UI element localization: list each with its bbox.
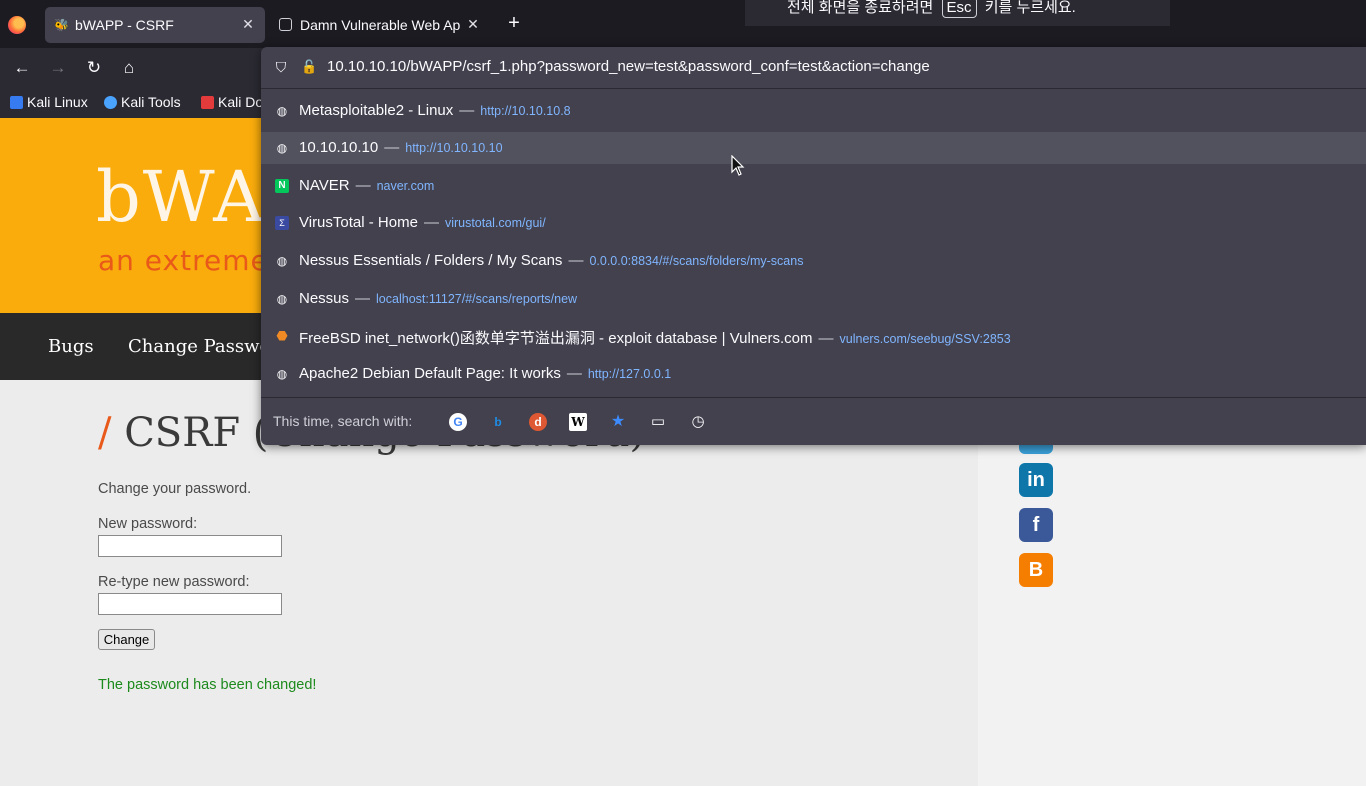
separator-dash: — bbox=[818, 330, 834, 347]
suggestion-item[interactable]: ⬣ FreeBSD inet_network()函数单字节溢出漏洞 - expl… bbox=[261, 320, 1366, 352]
suggestion-title: FreeBSD inet_network()函数单字节溢出漏洞 - exploi… bbox=[299, 330, 813, 347]
search-with-label: This time, search with: bbox=[273, 413, 413, 429]
suggestion-url: localhost:11127/#/scans/reports/new bbox=[376, 292, 578, 306]
url-dropdown: ⛉ 🔓 10.10.10.10/bWAPP/csrf_1.php?passwor… bbox=[261, 47, 1366, 445]
suggestion-title: NAVER bbox=[299, 177, 350, 194]
search-engine-footer: This time, search with: G b d W ★ ▭ ◷ bbox=[261, 397, 1366, 445]
forward-arrow-icon[interactable]: → bbox=[46, 57, 70, 79]
suggestion-url: virustotal.com/gui/ bbox=[444, 216, 546, 230]
suggestion-title: Nessus bbox=[299, 290, 350, 307]
suggestion-url: http://10.10.10.8 bbox=[480, 104, 571, 118]
separator-dash: — bbox=[566, 365, 582, 382]
close-tab-icon[interactable]: ✕ bbox=[464, 15, 482, 33]
suggestion-item[interactable]: ◍ Nessus — localhost:11127/#/scans/reports… bbox=[261, 283, 1366, 315]
vulners-icon: ⬣ bbox=[276, 328, 288, 343]
home-icon[interactable]: ⌂ bbox=[117, 57, 141, 79]
suggestion-url: http://127.0.0.1 bbox=[587, 367, 672, 381]
suggestion-url: vulners.com/seebug/SSV:2853 bbox=[839, 332, 1011, 346]
google-icon[interactable]: G bbox=[449, 413, 467, 431]
duckduckgo-icon[interactable]: d bbox=[529, 413, 547, 431]
bing-icon[interactable]: b bbox=[489, 413, 507, 431]
globe-icon: ◍ bbox=[276, 292, 288, 306]
reload-icon[interactable]: ↻ bbox=[82, 57, 106, 79]
globe-icon: ◍ bbox=[276, 141, 288, 155]
bookmark-kali-docs[interactable]: Kali Do bbox=[201, 94, 263, 110]
retype-password-label: Re-type new password: bbox=[98, 574, 250, 590]
globe-icon: ◍ bbox=[276, 254, 288, 268]
separator-dash: — bbox=[568, 252, 584, 269]
esc-key: Esc bbox=[941, 0, 977, 18]
retype-password-input[interactable] bbox=[98, 593, 282, 615]
intro-text: Change your password. bbox=[98, 481, 252, 497]
bookmark-kali-tools[interactable]: Kali Tools bbox=[104, 94, 181, 110]
bookmarks-icon[interactable]: ★ bbox=[609, 413, 627, 431]
suggestion-item[interactable]: ◍ Apache2 Debian Default Page: It works —… bbox=[261, 358, 1366, 390]
tabs-icon[interactable]: ▭ bbox=[649, 413, 667, 431]
firefox-menu-icon[interactable] bbox=[8, 16, 26, 34]
linkedin-icon[interactable]: in bbox=[1019, 463, 1053, 497]
bookmark-label: Kali Linux bbox=[27, 94, 88, 110]
suggestion-title: Metasploitable2 - Linux bbox=[299, 102, 454, 119]
blogger-icon[interactable]: B bbox=[1019, 553, 1053, 587]
new-tab-plus-icon[interactable]: + bbox=[503, 12, 525, 34]
virustotal-icon: Σ bbox=[275, 216, 289, 230]
close-tab-icon[interactable]: ✕ bbox=[239, 15, 257, 33]
bookmark-kali-linux[interactable]: Kali Linux bbox=[10, 94, 88, 110]
back-arrow-icon[interactable]: ← bbox=[10, 57, 34, 79]
kali-tools-icon bbox=[104, 96, 117, 109]
suggestion-item[interactable]: Σ VirusTotal - Home — virustotal.com/gui/ bbox=[261, 207, 1366, 239]
success-message: The password has been changed! bbox=[98, 677, 317, 693]
bookmark-label: Kali Tools bbox=[121, 94, 181, 110]
tab-dvwa[interactable]: Damn Vulnerable Web Ap ✕ bbox=[270, 7, 490, 43]
tracking-protection-shield-icon[interactable]: ⛉ bbox=[273, 59, 289, 75]
url-input[interactable]: 10.10.10.10/bWAPP/csrf_1.php?password_ne… bbox=[327, 58, 930, 75]
fullscreen-notice-end: 키를 누르세요. bbox=[984, 0, 1076, 16]
separator-dash: — bbox=[423, 214, 439, 231]
suggestion-url: http://10.10.10.10 bbox=[405, 141, 503, 155]
separator-dash: — bbox=[459, 102, 475, 119]
suggestion-title: Nessus Essentials / Folders / My Scans bbox=[299, 252, 563, 269]
globe-icon: ◍ bbox=[276, 367, 288, 381]
suggestion-item[interactable]: N NAVER — naver.com bbox=[261, 170, 1366, 202]
suggestion-title: VirusTotal - Home bbox=[299, 214, 418, 231]
fullscreen-notice: 전체 화면을 종료하려면 Esc 키를 누르세요. bbox=[745, 0, 1170, 26]
tab-bar: 🐝 bWAPP - CSRF ✕ Damn Vulnerable Web Ap … bbox=[0, 0, 1366, 48]
suggestion-url: 0.0.0.0:8834/#/scans/folders/my-scans bbox=[589, 254, 804, 268]
bee-favicon-icon: 🐝 bbox=[54, 18, 69, 32]
twitter-icon[interactable] bbox=[1019, 444, 1053, 454]
new-password-input[interactable] bbox=[98, 535, 282, 557]
change-button[interactable]: Change bbox=[98, 629, 155, 650]
history-icon[interactable]: ◷ bbox=[689, 413, 707, 431]
naver-icon: N bbox=[275, 179, 289, 193]
wikipedia-icon[interactable]: W bbox=[569, 413, 587, 431]
facebook-icon[interactable]: f bbox=[1019, 508, 1053, 542]
loading-favicon-icon bbox=[279, 18, 292, 31]
separator-dash: — bbox=[355, 290, 371, 307]
suggestion-title: Apache2 Debian Default Page: It works bbox=[299, 365, 561, 382]
suggestion-item-selected[interactable]: ◍ 10.10.10.10 — http://10.10.10.10 bbox=[261, 132, 1366, 164]
fullscreen-notice-text: 전체 화면을 종료하려면 bbox=[787, 0, 934, 16]
new-password-label: New password: bbox=[98, 516, 198, 532]
separator-dash: — bbox=[355, 177, 371, 194]
suggestion-item[interactable]: ◍ Metasploitable2 - Linux — http://10.10.1… bbox=[261, 95, 1366, 127]
kali-docs-icon bbox=[201, 96, 214, 109]
menu-item-bugs[interactable]: Bugs bbox=[48, 336, 94, 357]
suggestion-item[interactable]: ◍ Nessus Essentials / Folders / My Scans… bbox=[261, 245, 1366, 277]
tab-title: bWAPP - CSRF bbox=[75, 17, 174, 33]
tab-bwapp[interactable]: 🐝 bWAPP - CSRF ✕ bbox=[45, 7, 265, 43]
insecure-lock-icon[interactable]: 🔓 bbox=[301, 59, 317, 75]
url-bar[interactable]: ⛉ 🔓 10.10.10.10/bWAPP/csrf_1.php?passwor… bbox=[261, 47, 1366, 89]
suggestion-url: naver.com bbox=[376, 179, 435, 193]
tab-title: Damn Vulnerable Web Ap bbox=[300, 17, 460, 33]
kali-dragon-icon bbox=[10, 96, 23, 109]
title-slash: / bbox=[98, 410, 112, 456]
suggestion-title: 10.10.10.10 bbox=[299, 139, 379, 156]
separator-dash: — bbox=[384, 139, 400, 156]
globe-icon: ◍ bbox=[276, 104, 288, 118]
bookmark-label: Kali Do bbox=[218, 94, 264, 110]
